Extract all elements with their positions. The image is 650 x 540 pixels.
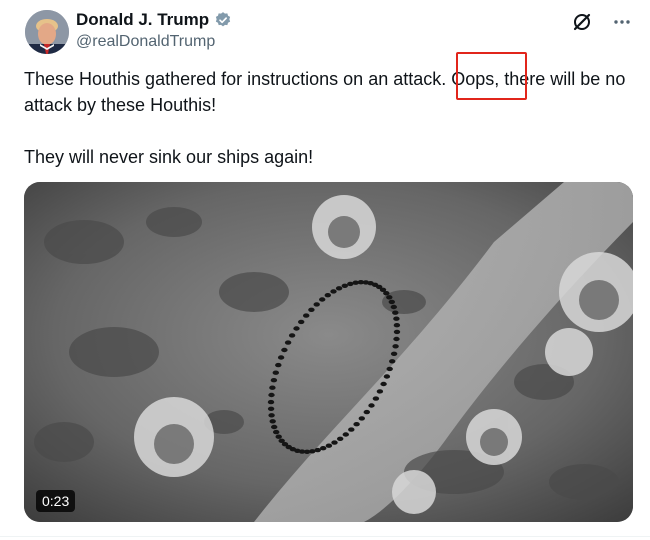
- crowd-figure: [376, 389, 384, 394]
- crowd-figure: [273, 429, 280, 435]
- crowd-figure: [341, 283, 348, 288]
- crowd-figure: [390, 304, 397, 310]
- crowd-figure: [342, 432, 349, 437]
- video-duration: 0:23: [36, 490, 76, 512]
- post-paragraph-2: They will never sink our ships again!: [24, 147, 314, 167]
- crowd-figure: [330, 289, 337, 294]
- crowd-figure: [324, 293, 331, 298]
- crowd-figure: [393, 336, 400, 342]
- crowd-figure: [303, 313, 310, 318]
- post-paragraph-1: These Houthis gathered for instructions …: [24, 69, 626, 115]
- crowd-figure: [267, 406, 275, 411]
- crowd-figure: [270, 378, 278, 383]
- video-player[interactable]: 0:23: [24, 182, 633, 522]
- crowd-figure: [372, 396, 380, 401]
- crowd-figure: [275, 362, 282, 368]
- crowd-figure: [390, 351, 398, 356]
- crowd-figure: [272, 370, 279, 375]
- crowd-figure: [380, 381, 387, 387]
- crowd-figure: [348, 427, 355, 432]
- crowd-figure: [383, 374, 391, 379]
- avatar[interactable]: [25, 10, 69, 54]
- crowd-figure: [281, 347, 288, 353]
- crowd-figure: [392, 310, 399, 315]
- crowd-figure: [393, 323, 401, 328]
- crowd-figure: [335, 286, 343, 291]
- crowd-figure: [393, 329, 401, 335]
- crowd-figure: [358, 416, 365, 421]
- crowd-figure: [293, 326, 300, 331]
- crowd-figure: [386, 366, 393, 372]
- crowd-figure: [284, 340, 292, 345]
- profile-photo-icon: [25, 10, 69, 54]
- more-icon[interactable]: [612, 12, 632, 32]
- highlight-box: [456, 52, 527, 100]
- crowd-figure: [271, 424, 278, 430]
- crowd-figure: [383, 291, 390, 296]
- crowd-figure: [386, 295, 393, 300]
- divider: [0, 536, 650, 537]
- crowd-figure: [393, 316, 400, 321]
- crowd-figure: [288, 333, 296, 338]
- crowd-figure: [325, 443, 333, 448]
- crowd-figure: [320, 446, 327, 451]
- crowd-figure: [308, 307, 315, 312]
- post-text: These Houthis gathered for instructions …: [24, 66, 639, 170]
- crowd-figure: [388, 299, 395, 305]
- crowd-figure: [275, 434, 282, 439]
- crowd-figure: [337, 436, 344, 441]
- crowd-figure: [278, 438, 285, 443]
- grok-icon[interactable]: [572, 12, 592, 32]
- crowd-figure: [267, 399, 275, 405]
- author-handle[interactable]: @realDonaldTrump: [76, 33, 215, 51]
- crowd-figure: [269, 419, 276, 424]
- crowd-figure: [313, 302, 320, 307]
- crowd-figure: [268, 413, 275, 418]
- author-name-text[interactable]: Donald J. Trump: [76, 10, 209, 30]
- crowd-figure: [298, 319, 305, 325]
- crowd-figure: [319, 297, 326, 302]
- crowd-figure: [389, 359, 396, 364]
- header-actions: [572, 12, 632, 32]
- crowd-figure: [268, 392, 275, 398]
- verified-badge-icon: [216, 12, 231, 27]
- crowd-figure: [363, 409, 370, 415]
- video-thumbnail: [24, 182, 633, 522]
- crowd-figure: [277, 355, 285, 360]
- author-name[interactable]: Donald J. Trump: [76, 10, 232, 30]
- crowd-figure: [392, 344, 399, 349]
- crowd-figure: [353, 422, 360, 427]
- crowd-figure: [269, 385, 276, 390]
- crowd-figure: [331, 440, 338, 445]
- crowd-figure: [368, 403, 375, 408]
